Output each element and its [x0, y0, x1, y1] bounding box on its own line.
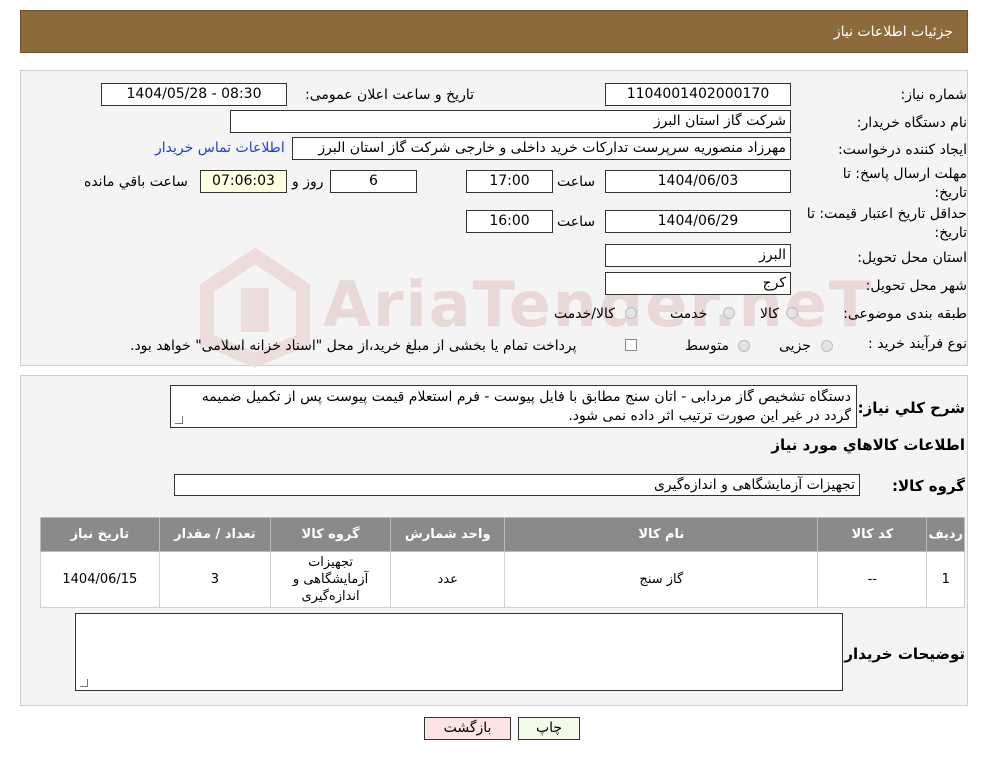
remaining-label: ساعت باقي مانده — [84, 174, 188, 190]
category-option-goods: کالا — [760, 306, 779, 322]
col-code: کد کالا — [817, 517, 928, 552]
process-option-medium: متوسط — [685, 338, 729, 354]
city-label: شهر محل تحویل: — [865, 278, 967, 294]
category-radio-goods[interactable] — [786, 307, 798, 319]
cell-unit: عدد — [389, 551, 506, 608]
buyer-notes-label: توضیحات خریدار: — [838, 645, 965, 663]
resize-handle-icon[interactable] — [175, 416, 183, 424]
need-number-field: 1104001402000170 — [605, 83, 791, 106]
description-text: دستگاه تشخیص گاز مردابی - اتان سنج مطابق… — [201, 389, 851, 424]
deadline-time-label: ساعت — [557, 174, 596, 190]
validity-date-field: 1404/06/29 — [605, 210, 791, 233]
cell-date: 1404/06/15 — [40, 551, 160, 608]
process-note: پرداخت تمام یا بخشی از مبلغ خرید،از محل … — [130, 338, 577, 354]
description-field: دستگاه تشخیص گاز مردابی - اتان سنج مطابق… — [170, 385, 857, 428]
process-radio-medium[interactable] — [738, 340, 750, 352]
deadline-label: مهلت ارسال پاسخ: تا — [842, 166, 967, 182]
print-button[interactable]: چاپ — [518, 717, 580, 740]
col-date: تاريخ نياز — [40, 517, 160, 552]
page-header: جزئیات اطلاعات نیاز — [20, 10, 968, 53]
cell-row: 1 — [926, 551, 965, 608]
need-number-label: شماره نیاز: — [900, 87, 968, 103]
goods-table: رديف کد کالا نام کالا واحد شمارش گروه کا… — [40, 517, 965, 608]
category-radio-service[interactable] — [723, 307, 735, 319]
buyer-org-field: شرکت گاز استان البرز — [230, 110, 791, 133]
category-label: طبقه بندی موضوعی: — [843, 306, 967, 322]
cell-name: گاز سنج — [504, 551, 819, 608]
table-header-row: رديف کد کالا نام کالا واحد شمارش گروه کا… — [40, 517, 965, 552]
days-label: روز و — [292, 174, 324, 190]
table-row: 1 -- گاز سنج عدد تجهیزات آزمایشگاهی و ان… — [40, 551, 965, 608]
back-button[interactable]: بازگشت — [424, 717, 511, 740]
resize-handle-icon[interactable] — [80, 679, 88, 687]
validity-label-2: تاریخ: — [934, 225, 967, 241]
announce-date-label: تاریخ و ساعت اعلان عمومی: — [305, 87, 474, 103]
process-option-small: جزیی — [779, 338, 811, 354]
description-label: شرح کلي نياز: — [857, 399, 965, 417]
deadline-label-2: تاریخ: — [934, 185, 967, 201]
col-qty: تعداد / مقدار — [158, 517, 272, 552]
process-radio-small[interactable] — [821, 340, 833, 352]
deadline-date-field: 1404/06/03 — [605, 170, 791, 193]
page-title: جزئیات اطلاعات نیاز — [833, 24, 953, 40]
treasury-checkbox[interactable] — [625, 339, 637, 351]
province-label: استان محل تحویل: — [857, 250, 967, 266]
cell-group: تجهیزات آزمایشگاهی و اندازه‌گیری — [270, 551, 391, 608]
creator-field: مهرزاد منصوریه سرپرست تدارکات خرید داخلی… — [292, 137, 791, 160]
validity-time-label: ساعت — [557, 214, 596, 230]
col-unit: واحد شمارش — [389, 517, 506, 552]
remaining-time-field: 07:06:03 — [200, 170, 287, 193]
category-radio-both[interactable] — [625, 307, 637, 319]
validity-label: حداقل تاریخ اعتبار قیمت: تا — [806, 206, 967, 222]
col-name: نام کالا — [504, 517, 819, 552]
announce-date-field: 1404/05/28 - 08:30 — [101, 83, 287, 106]
creator-label: ایجاد کننده درخواست: — [838, 142, 967, 158]
category-option-service: خدمت — [670, 306, 708, 322]
goods-group-field: تجهیزات آزمایشگاهی و اندازه‌گیری — [174, 474, 860, 496]
validity-time-field: 16:00 — [466, 210, 553, 233]
days-field: 6 — [330, 170, 417, 193]
buyer-notes-field[interactable] — [75, 613, 843, 691]
city-field: کرج — [605, 272, 791, 295]
goods-group-label: گروه کالا: — [892, 477, 965, 495]
process-label: نوع فرآیند خرید : — [868, 336, 967, 352]
col-group: گروه کالا — [270, 517, 391, 552]
buyer-org-label: نام دستگاه خریدار: — [856, 115, 967, 131]
category-option-both: کالا/خدمت — [554, 306, 615, 322]
col-row: رديف — [926, 517, 965, 552]
cell-qty: 3 — [158, 551, 272, 608]
cell-code: -- — [817, 551, 928, 608]
province-field: البرز — [605, 244, 791, 267]
goods-section-title: اطلاعات کالاهاي مورد نياز — [771, 436, 965, 454]
buyer-contact-link[interactable]: اطلاعات تماس خریدار — [155, 140, 285, 156]
deadline-time-field: 17:00 — [466, 170, 553, 193]
